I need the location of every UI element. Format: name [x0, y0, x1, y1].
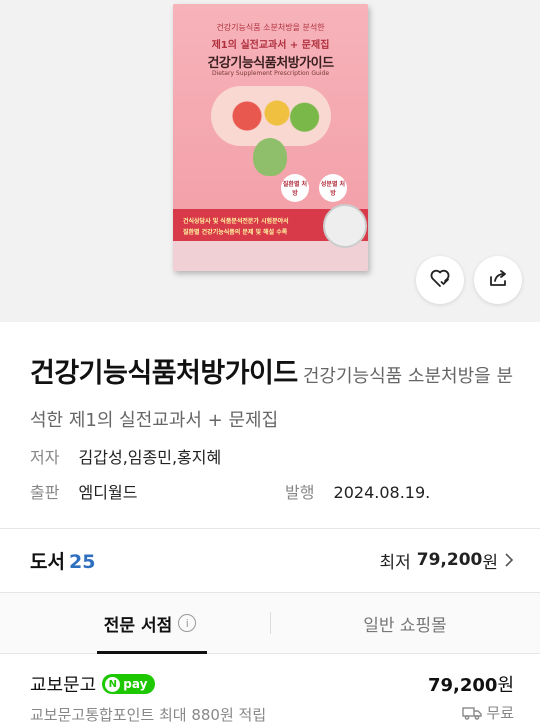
tab-label: 일반 쇼핑몰	[363, 615, 447, 636]
tab-label: 전문 서점	[103, 615, 173, 636]
cover-badge-disease: 질환별 처방	[281, 174, 309, 202]
date-row: 발행 2024.08.19.	[285, 479, 430, 503]
books-summary-row[interactable]: 도서 25 최저 79,200 원	[30, 546, 514, 574]
share-icon	[486, 266, 510, 294]
store-name-label: 교보문고	[30, 675, 97, 696]
cover-subtitle: 제1의 실전교과서 + 문제집	[211, 40, 330, 51]
books-count-value: 25	[68, 550, 96, 573]
chevron-right-icon	[504, 553, 514, 567]
store-price-currency: 원	[497, 675, 514, 696]
lowest-price[interactable]: 최저 79,200 원	[379, 548, 514, 573]
store-listing[interactable]: 교보문고 N pay 79,200원	[30, 671, 514, 697]
product-title-block: 건강기능식품처방가이드 건강기능식품 소분처방을 분석한 제1의 실전교과서 +…	[30, 352, 520, 443]
cover-english-title: Dietary Supplement Prescription Guide	[211, 70, 330, 77]
cover-band-line2: 질환별 건강기능식품의 문제 및 해설 수록	[183, 229, 288, 236]
info-icon[interactable]: i	[178, 614, 197, 632]
publisher-label: 출판	[30, 483, 60, 502]
date-value: 2024.08.19.	[333, 483, 431, 502]
store-price: 79,200원	[428, 671, 514, 697]
npay-n-icon: N	[105, 676, 121, 692]
author-label: 저자	[30, 448, 60, 467]
cover-band-line1: 건식상담사 및 식품분석전문가 시험분야서	[183, 218, 289, 225]
wishlist-button[interactable]	[416, 256, 464, 304]
cover-fruit-illustration	[211, 86, 331, 146]
cover-character	[253, 138, 287, 176]
tab-specialty-bookstore[interactable]: 전문 서점 i	[60, 593, 240, 654]
points-info: 교보문고통합포인트 최대 880원 적립	[30, 706, 267, 724]
tab-general-mall[interactable]: 일반 쇼핑몰	[300, 593, 510, 653]
cover-tagline: 건강기능식품 소분처방을 분석한	[216, 23, 325, 32]
lowest-price-value: 79,200	[416, 550, 483, 570]
author-row: 저자 김갑성,임종민,홍지혜	[30, 444, 221, 468]
store-name[interactable]: 교보문고 N pay	[30, 671, 156, 697]
truck-icon	[462, 706, 483, 720]
lowest-label: 최저	[379, 552, 411, 573]
store-price-value: 79,200	[427, 675, 498, 696]
npay-label: pay	[123, 677, 148, 691]
date-label: 발행	[285, 483, 315, 502]
publisher-value[interactable]: 엠디월드	[79, 483, 138, 502]
product-image-area: 건강기능식품 소분처방을 분석한 제1의 실전교과서 + 문제집 건강기능식품처…	[0, 0, 540, 322]
cover-sticker	[323, 204, 367, 248]
npay-badge: N pay	[102, 674, 156, 694]
author-value[interactable]: 김갑성,임종민,홍지혜	[79, 448, 222, 467]
product-title: 건강기능식품처방가이드	[30, 358, 298, 389]
cover-badge-ingredient: 성분별 처방	[319, 174, 347, 202]
books-label: 도서	[30, 550, 65, 573]
heart-check-icon	[428, 266, 452, 294]
book-cover-image[interactable]: 건강기능식품 소분처방을 분석한 제1의 실전교과서 + 문제집 건강기능식품처…	[173, 4, 368, 271]
publisher-row: 출판 엠디월드	[30, 479, 137, 503]
cover-title: 건강기능식품처방가이드	[207, 56, 334, 71]
share-button[interactable]	[474, 256, 522, 304]
books-count: 도서 25	[30, 547, 95, 574]
shipping-info: 무료	[462, 702, 514, 723]
section-divider	[0, 528, 540, 529]
tab-separator	[270, 612, 271, 634]
shipping-label: 무료	[486, 704, 514, 722]
lowest-price-currency: 원	[482, 552, 498, 573]
